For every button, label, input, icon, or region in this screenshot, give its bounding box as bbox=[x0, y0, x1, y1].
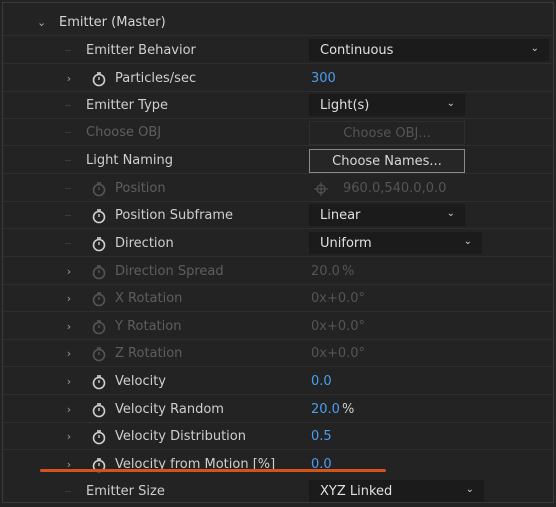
stopwatch-icon bbox=[92, 291, 106, 306]
chevron-down-icon: ⌄ bbox=[463, 236, 472, 247]
row-z-rotation: › Z Rotation 0x+0.0° bbox=[3, 340, 553, 367]
tree-line bbox=[65, 491, 71, 492]
stopwatch-icon[interactable] bbox=[91, 236, 107, 252]
y-rotation-value: 0x+0.0° bbox=[311, 319, 366, 334]
velocity-value[interactable]: 0.0 bbox=[311, 374, 332, 389]
row-velocity-random: › Velocity Random 20.0% bbox=[3, 396, 553, 423]
emitter-size-value: XYZ Linked bbox=[320, 483, 393, 499]
velocity-label: Velocity bbox=[115, 374, 166, 389]
direction-spread-value: 20.0% bbox=[311, 264, 355, 279]
expand-chevron-icon[interactable]: › bbox=[63, 320, 75, 333]
tree-line bbox=[65, 243, 71, 244]
row-particles-sec: › Particles/sec 300 bbox=[3, 65, 553, 92]
chevron-down-icon[interactable]: ⌄ bbox=[37, 16, 46, 29]
particles-sec-value[interactable]: 300 bbox=[311, 71, 336, 86]
expand-chevron-icon[interactable]: › bbox=[63, 292, 75, 305]
velocity-distribution-value[interactable]: 0.5 bbox=[311, 429, 332, 444]
row-velocity: › Velocity 0.0 bbox=[3, 368, 553, 395]
position-subframe-label: Position Subframe bbox=[115, 208, 234, 223]
light-naming-label: Light Naming bbox=[86, 153, 174, 168]
velocity-distribution-label: Velocity Distribution bbox=[115, 429, 246, 444]
row-choose-obj: Choose OBJ Choose OBJ... bbox=[3, 119, 553, 146]
particles-sec-label: Particles/sec bbox=[115, 71, 197, 86]
choose-obj-button: Choose OBJ... bbox=[309, 121, 465, 145]
position-label: Position bbox=[115, 181, 166, 196]
position-subframe-value: Linear bbox=[320, 207, 361, 223]
row-emitter-size: Emitter Size XYZ Linked ⌄ bbox=[3, 478, 553, 505]
row-direction: Direction Uniform ⌄ bbox=[3, 230, 553, 257]
tree-line bbox=[65, 188, 71, 189]
row-emitter-behavior: Emitter Behavior Continuous ⌄ bbox=[3, 37, 553, 64]
chevron-down-icon: ⌄ bbox=[530, 43, 539, 54]
x-rotation-value: 0x+0.0° bbox=[311, 291, 366, 306]
position-subframe-dropdown[interactable]: Linear ⌄ bbox=[309, 204, 465, 226]
emitter-behavior-label: Emitter Behavior bbox=[86, 43, 196, 58]
stopwatch-icon[interactable] bbox=[91, 208, 107, 224]
stopwatch-icon bbox=[92, 346, 106, 361]
z-rotation-label: Z Rotation bbox=[115, 346, 183, 361]
emitter-type-label: Emitter Type bbox=[86, 98, 169, 113]
section-title: Emitter (Master) bbox=[59, 15, 166, 30]
expand-chevron-icon[interactable]: › bbox=[63, 403, 75, 416]
chevron-down-icon: ⌄ bbox=[446, 98, 455, 109]
crosshair-icon bbox=[314, 181, 328, 196]
section-header-emitter-master[interactable]: ⌄ Emitter (Master) bbox=[3, 9, 553, 36]
row-velocity-from-motion: › Velocity from Motion [%] 0.0 bbox=[3, 451, 553, 478]
row-y-rotation: › Y Rotation 0x+0.0° bbox=[3, 313, 553, 340]
stopwatch-icon[interactable] bbox=[91, 402, 107, 418]
expand-chevron-icon[interactable]: › bbox=[63, 72, 75, 85]
row-light-naming: Light Naming Choose Names... bbox=[3, 147, 553, 174]
row-x-rotation: › X Rotation 0x+0.0° bbox=[3, 285, 553, 312]
emitter-size-label: Emitter Size bbox=[86, 484, 165, 499]
chevron-down-icon: ⌄ bbox=[465, 484, 474, 495]
emitter-type-value: Light(s) bbox=[320, 97, 370, 113]
choose-obj-label: Choose OBJ bbox=[86, 125, 162, 140]
expand-chevron-icon[interactable]: › bbox=[63, 265, 75, 278]
highlight-underline bbox=[40, 469, 386, 472]
direction-dropdown[interactable]: Uniform ⌄ bbox=[309, 232, 482, 254]
stopwatch-icon[interactable] bbox=[91, 429, 107, 445]
choose-names-button[interactable]: Choose Names... bbox=[309, 149, 465, 173]
stopwatch-icon bbox=[92, 264, 106, 279]
direction-label: Direction bbox=[115, 236, 174, 251]
x-rotation-label: X Rotation bbox=[115, 291, 183, 306]
tree-line bbox=[65, 215, 71, 216]
tree-line bbox=[65, 132, 71, 133]
velocity-random-label: Velocity Random bbox=[115, 402, 224, 417]
expand-chevron-icon[interactable]: › bbox=[63, 347, 75, 360]
stopwatch-icon bbox=[92, 181, 106, 196]
row-direction-spread: › Direction Spread 20.0% bbox=[3, 258, 553, 285]
effect-controls-panel: ⌄ Emitter (Master) Emitter Behavior Cont… bbox=[2, 2, 554, 503]
tree-line bbox=[65, 50, 71, 51]
stopwatch-icon[interactable] bbox=[91, 71, 107, 87]
row-emitter-type: Emitter Type Light(s) ⌄ bbox=[3, 92, 553, 119]
velocity-random-value[interactable]: 20.0% bbox=[311, 402, 354, 417]
direction-value: Uniform bbox=[320, 235, 372, 251]
tree-line bbox=[65, 160, 71, 161]
y-rotation-label: Y Rotation bbox=[115, 319, 182, 334]
emitter-type-dropdown[interactable]: Light(s) ⌄ bbox=[309, 94, 465, 116]
chevron-down-icon: ⌄ bbox=[446, 208, 455, 219]
row-velocity-distribution: › Velocity Distribution 0.5 bbox=[3, 423, 553, 450]
expand-chevron-icon[interactable]: › bbox=[63, 430, 75, 443]
direction-spread-label: Direction Spread bbox=[115, 264, 224, 279]
row-position: Position 960.0,540.0,0.0 bbox=[3, 175, 553, 202]
stopwatch-icon bbox=[92, 319, 106, 334]
emitter-behavior-value: Continuous bbox=[320, 42, 394, 58]
emitter-size-dropdown[interactable]: XYZ Linked ⌄ bbox=[309, 480, 484, 502]
emitter-behavior-dropdown[interactable]: Continuous ⌄ bbox=[309, 39, 549, 61]
tree-line bbox=[65, 105, 71, 106]
z-rotation-value: 0x+0.0° bbox=[311, 346, 366, 361]
stopwatch-icon[interactable] bbox=[91, 374, 107, 390]
row-position-subframe: Position Subframe Linear ⌄ bbox=[3, 202, 553, 229]
expand-chevron-icon[interactable]: › bbox=[63, 375, 75, 388]
position-value: 960.0,540.0,0.0 bbox=[343, 181, 447, 196]
